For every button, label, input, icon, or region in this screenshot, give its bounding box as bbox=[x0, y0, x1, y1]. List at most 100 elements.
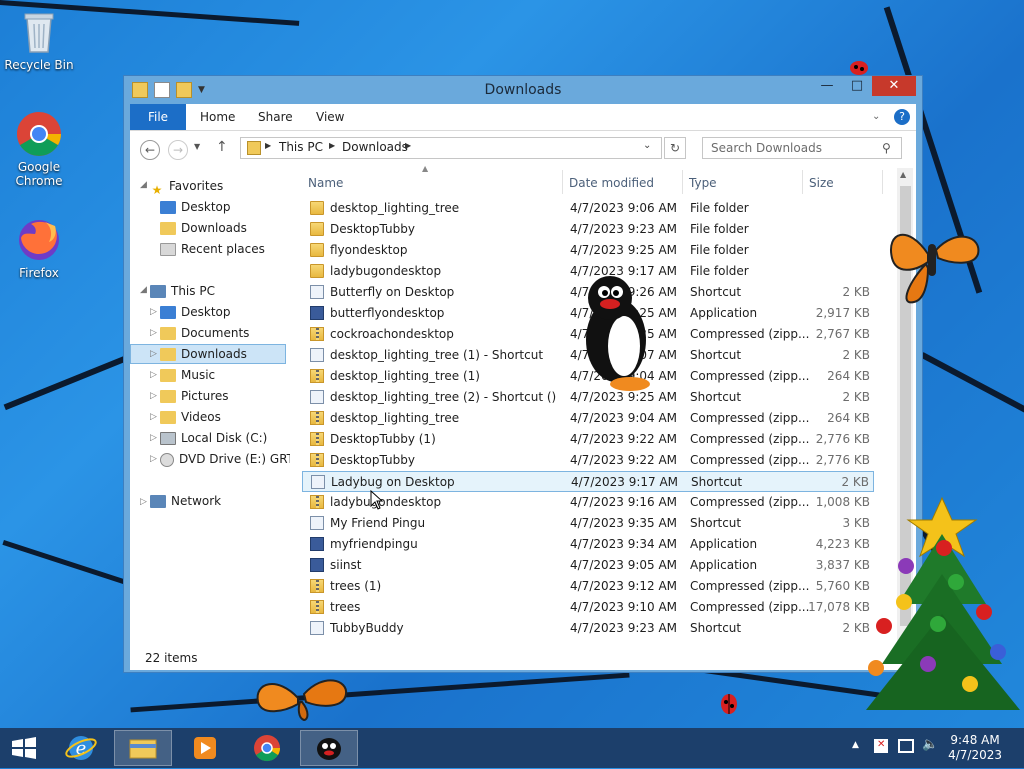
nav-this-pc[interactable]: This PC bbox=[150, 281, 215, 301]
file-type: Shortcut bbox=[691, 475, 743, 489]
network-icon[interactable] bbox=[898, 739, 914, 753]
column-header-date[interactable]: Date modified bbox=[569, 172, 654, 194]
nav-network[interactable]: Network bbox=[150, 491, 221, 511]
zip-icon bbox=[310, 411, 324, 425]
search-input[interactable]: Search Downloads bbox=[702, 137, 902, 159]
expand-arrow-icon[interactable]: ▷ bbox=[150, 433, 157, 443]
file-row[interactable]: trees 4/7/2023 9:10 AM Compressed (zipp...… bbox=[302, 597, 874, 618]
file-name: siinst bbox=[330, 558, 362, 572]
column-header-name[interactable]: Name bbox=[308, 172, 343, 194]
column-header-size[interactable]: Size bbox=[809, 172, 834, 194]
file-date: 4/7/2023 9:22 AM bbox=[570, 453, 678, 467]
expand-arrow-icon[interactable]: ▷ bbox=[150, 391, 157, 401]
scroll-up-icon[interactable]: ▲ bbox=[900, 170, 906, 179]
refresh-button[interactable]: ↻ bbox=[664, 137, 686, 159]
file-row[interactable]: My Friend Pingu 4/7/2023 9:35 AM Shortcut 3… bbox=[302, 513, 874, 534]
breadcrumb-downloads[interactable]: Downloads bbox=[342, 140, 408, 154]
nav-pc-videos[interactable]: Videos bbox=[160, 407, 221, 427]
back-button[interactable]: ← bbox=[140, 140, 160, 160]
nav-pc-desktop[interactable]: Desktop bbox=[160, 302, 231, 322]
collapse-arrow-icon[interactable]: ◢ bbox=[140, 180, 147, 190]
nav-pc-dvd-drive[interactable]: DVD Drive (E:) GRTM bbox=[160, 449, 290, 469]
title-bar[interactable]: ▼ Downloads — □ ✕ bbox=[124, 76, 922, 104]
file-row[interactable]: DesktopTubby 4/7/2023 9:23 AM File folder bbox=[302, 219, 874, 240]
taskbar-internet-explorer[interactable]: e bbox=[52, 730, 110, 766]
expand-arrow-icon[interactable]: ▷ bbox=[150, 349, 157, 359]
show-hidden-icons-icon[interactable]: ▲ bbox=[852, 740, 859, 750]
desktop-icon-firefox[interactable]: Firefox bbox=[1, 216, 77, 280]
nav-pc-music[interactable]: Music bbox=[160, 365, 215, 385]
file-row[interactable]: DesktopTubby (1) 4/7/2023 9:22 AM Compress… bbox=[302, 429, 874, 450]
nav-pc-local-disk[interactable]: Local Disk (C:) bbox=[160, 428, 267, 448]
file-size: 17,078 KB bbox=[808, 600, 870, 614]
close-button[interactable]: ✕ bbox=[872, 76, 916, 96]
expand-arrow-icon[interactable]: ▷ bbox=[150, 412, 157, 422]
nav-favorites[interactable]: ★ Favorites bbox=[150, 176, 224, 197]
expand-arrow-icon[interactable]: ▷ bbox=[150, 307, 157, 317]
file-name: DesktopTubby (1) bbox=[330, 432, 436, 446]
file-row[interactable]: siinst 4/7/2023 9:05 AM Application 3,837 K… bbox=[302, 555, 874, 576]
taskbar-media-player[interactable] bbox=[176, 730, 234, 766]
file-row[interactable]: desktop_lighting_tree 4/7/2023 9:04 AM Com… bbox=[302, 408, 874, 429]
help-icon[interactable]: ? bbox=[894, 109, 910, 125]
column-divider[interactable] bbox=[802, 170, 803, 194]
downloads-icon bbox=[160, 222, 176, 235]
file-row[interactable]: ladybugondesktop 4/7/2023 9:16 AM Compress… bbox=[302, 492, 874, 513]
nav-label: Music bbox=[181, 368, 216, 382]
nav-pc-documents[interactable]: Documents bbox=[160, 323, 249, 343]
action-center-icon[interactable]: ✕ bbox=[874, 739, 888, 753]
forward-button[interactable]: → bbox=[168, 140, 188, 160]
window-title: Downloads bbox=[484, 82, 562, 98]
file-type: Compressed (zipp... bbox=[690, 327, 810, 341]
start-button[interactable] bbox=[0, 730, 48, 766]
column-divider[interactable] bbox=[562, 170, 563, 194]
expand-ribbon-icon[interactable]: ⌄ bbox=[872, 104, 880, 130]
taskbar-pingu[interactable] bbox=[300, 730, 358, 766]
desktop-icon-label: Firefox bbox=[19, 266, 59, 280]
file-row[interactable]: flyondesktop 4/7/2023 9:25 AM File folder bbox=[302, 240, 874, 261]
address-dropdown-icon[interactable]: ⌄ bbox=[643, 140, 651, 151]
column-header-type[interactable]: Type bbox=[689, 172, 717, 194]
file-type: Compressed (zipp... bbox=[690, 369, 810, 383]
file-row[interactable]: Ladybug on Desktop 4/7/2023 9:17 AM Shortc… bbox=[302, 471, 874, 492]
breadcrumb-this-pc[interactable]: This PC bbox=[279, 140, 323, 154]
nav-fav-downloads[interactable]: Downloads bbox=[160, 218, 247, 238]
file-name: myfriendpingu bbox=[330, 537, 418, 551]
desktop-icon-recycle-bin[interactable]: Recycle Bin bbox=[1, 8, 77, 72]
tab-view[interactable]: View bbox=[316, 104, 344, 130]
file-row[interactable]: myfriendpingu 4/7/2023 9:34 AM Application… bbox=[302, 534, 874, 555]
nav-fav-desktop[interactable]: Desktop bbox=[160, 197, 231, 217]
tab-share[interactable]: Share bbox=[258, 104, 293, 130]
expand-arrow-icon[interactable]: ▷ bbox=[140, 497, 147, 507]
desktop-icon-google-chrome[interactable]: Google Chrome bbox=[1, 110, 77, 188]
clock[interactable]: 9:48 AM 4/7/2023 bbox=[948, 733, 1002, 763]
file-row[interactable]: trees (1) 4/7/2023 9:12 AM Compressed (zip… bbox=[302, 576, 874, 597]
collapse-arrow-icon[interactable]: ◢ bbox=[140, 285, 147, 295]
taskbar-file-explorer[interactable] bbox=[114, 730, 172, 766]
application-icon bbox=[310, 306, 324, 320]
taskbar-chrome[interactable] bbox=[238, 730, 296, 766]
expand-arrow-icon[interactable]: ▷ bbox=[150, 370, 157, 380]
tab-home[interactable]: Home bbox=[200, 104, 235, 130]
tab-file[interactable]: File bbox=[130, 104, 186, 130]
expand-arrow-icon[interactable]: ▷ bbox=[150, 454, 157, 464]
address-bar[interactable]: ▶ This PC ▶ Downloads ▶ ⌄ bbox=[240, 137, 662, 159]
up-button[interactable]: ↑ bbox=[216, 139, 228, 155]
column-divider[interactable] bbox=[682, 170, 683, 194]
nav-fav-recent-places[interactable]: Recent places bbox=[160, 239, 265, 259]
file-row[interactable]: desktop_lighting_tree 4/7/2023 9:06 AM Fil… bbox=[302, 198, 874, 219]
nav-pc-pictures[interactable]: Pictures bbox=[160, 386, 229, 406]
volume-muted-icon[interactable]: 🔈 bbox=[922, 737, 938, 752]
file-row[interactable]: TubbyBuddy 4/7/2023 9:23 AM Shortcut 2 KB bbox=[302, 618, 874, 639]
maximize-button[interactable]: □ bbox=[842, 76, 872, 96]
recent-locations-icon[interactable]: ▼ bbox=[194, 142, 200, 151]
minimize-button[interactable]: — bbox=[812, 76, 842, 96]
column-divider[interactable] bbox=[882, 170, 883, 194]
file-date: 4/7/2023 9:04 AM bbox=[570, 411, 678, 425]
zip-icon bbox=[310, 495, 324, 509]
expand-arrow-icon[interactable]: ▷ bbox=[150, 328, 157, 338]
file-row[interactable]: DesktopTubby 4/7/2023 9:22 AM Compressed (… bbox=[302, 450, 874, 471]
zip-icon bbox=[310, 453, 324, 467]
file-date: 4/7/2023 9:25 AM bbox=[570, 243, 678, 257]
file-type: Shortcut bbox=[690, 516, 742, 530]
